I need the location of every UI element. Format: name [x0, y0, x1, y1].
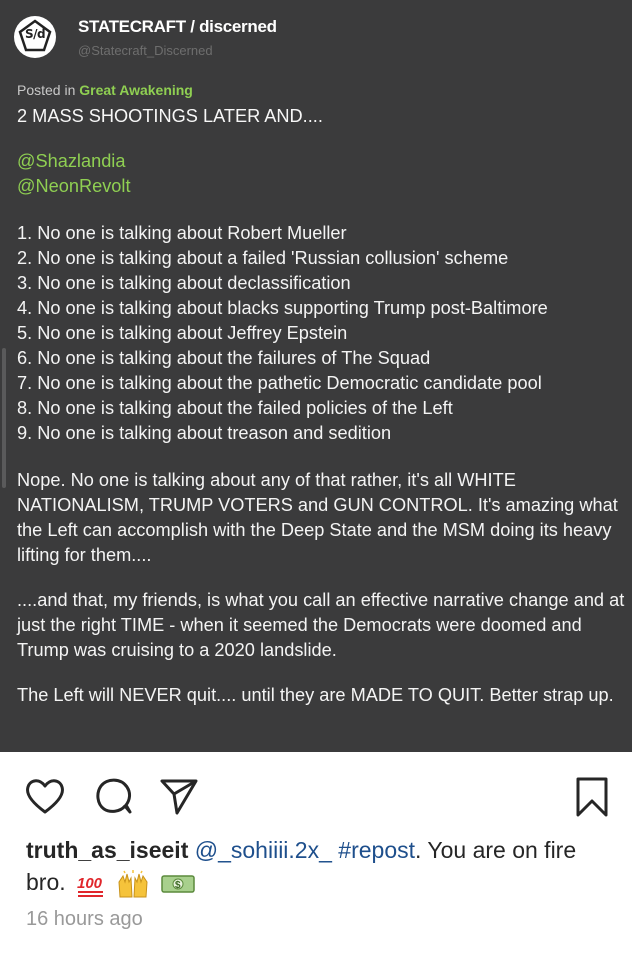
- post-timestamp: 16 hours ago: [26, 908, 143, 930]
- posted-in-prefix: Posted in: [17, 82, 76, 98]
- list-item: 2. No one is talking about a failed 'Rus…: [17, 248, 509, 268]
- list-item: 5. No one is talking about Jeffrey Epste…: [17, 323, 348, 343]
- scroll-indicator: [2, 348, 6, 488]
- svg-text:100: 100: [77, 875, 103, 892]
- comment-icon[interactable]: [92, 776, 134, 816]
- list-item: 4. No one is talking about blacks suppor…: [17, 298, 548, 318]
- list-item: 9. No one is talking about treason and s…: [17, 423, 392, 443]
- money-emoji: $: [161, 875, 195, 893]
- mention-link[interactable]: @Shazlandia: [17, 149, 625, 174]
- 100-emoji: 100: [77, 875, 104, 897]
- post-paragraph: ....and that, my friends, is what you ca…: [17, 590, 625, 660]
- list-item: 7. No one is talking about the pathetic …: [17, 373, 542, 393]
- list-item: 3. No one is talking about declassificat…: [17, 273, 351, 293]
- heart-icon[interactable]: [24, 776, 66, 816]
- post-header: S/d STATECRAFT / discerned @Statecraft_D…: [14, 12, 614, 64]
- logo-text: S/d: [24, 27, 46, 41]
- mention-link[interactable]: @NeonRevolt: [17, 174, 625, 199]
- share-icon[interactable]: [158, 776, 200, 816]
- post-paragraph: Nope. No one is talking about any of tha…: [17, 470, 618, 565]
- post-body: 2 MASS SHOOTINGS LATER AND.... @Shazland…: [17, 104, 625, 728]
- svg-text:$: $: [175, 880, 181, 891]
- statecraft-logo[interactable]: S/d: [14, 16, 56, 58]
- shared-post-image: S/d STATECRAFT / discerned @Statecraft_D…: [0, 0, 632, 752]
- caption-username[interactable]: truth_as_iseeit: [26, 837, 188, 863]
- post-headline: 2 MASS SHOOTINGS LATER AND....: [17, 106, 323, 126]
- talking-points-list: 1. No one is talking about Robert Muelle…: [17, 221, 625, 446]
- bookmark-icon[interactable]: [574, 776, 610, 818]
- raised-hands-emoji: [118, 869, 148, 898]
- post-paragraph: The Left will NEVER quit.... until they …: [17, 685, 614, 705]
- list-item: 8. No one is talking about the failed po…: [17, 398, 453, 418]
- list-item: 6. No one is talking about the failures …: [17, 348, 431, 368]
- category-link[interactable]: Great Awakening: [79, 82, 193, 98]
- list-item: 1. No one is talking about Robert Muelle…: [17, 223, 347, 243]
- author-handle[interactable]: @Statecraft_Discerned: [78, 43, 213, 58]
- caption-hashtag[interactable]: #repost: [338, 837, 415, 863]
- author-name[interactable]: STATECRAFT / discerned: [78, 17, 277, 37]
- caption: truth_as_iseeit @_sohiiii.2x_ #repost. Y…: [26, 834, 616, 898]
- posted-in: Posted in Great Awakening: [17, 82, 193, 98]
- caption-mention[interactable]: @_sohiiii.2x_: [195, 837, 332, 863]
- mentions: @Shazlandia @NeonRevolt: [17, 149, 625, 199]
